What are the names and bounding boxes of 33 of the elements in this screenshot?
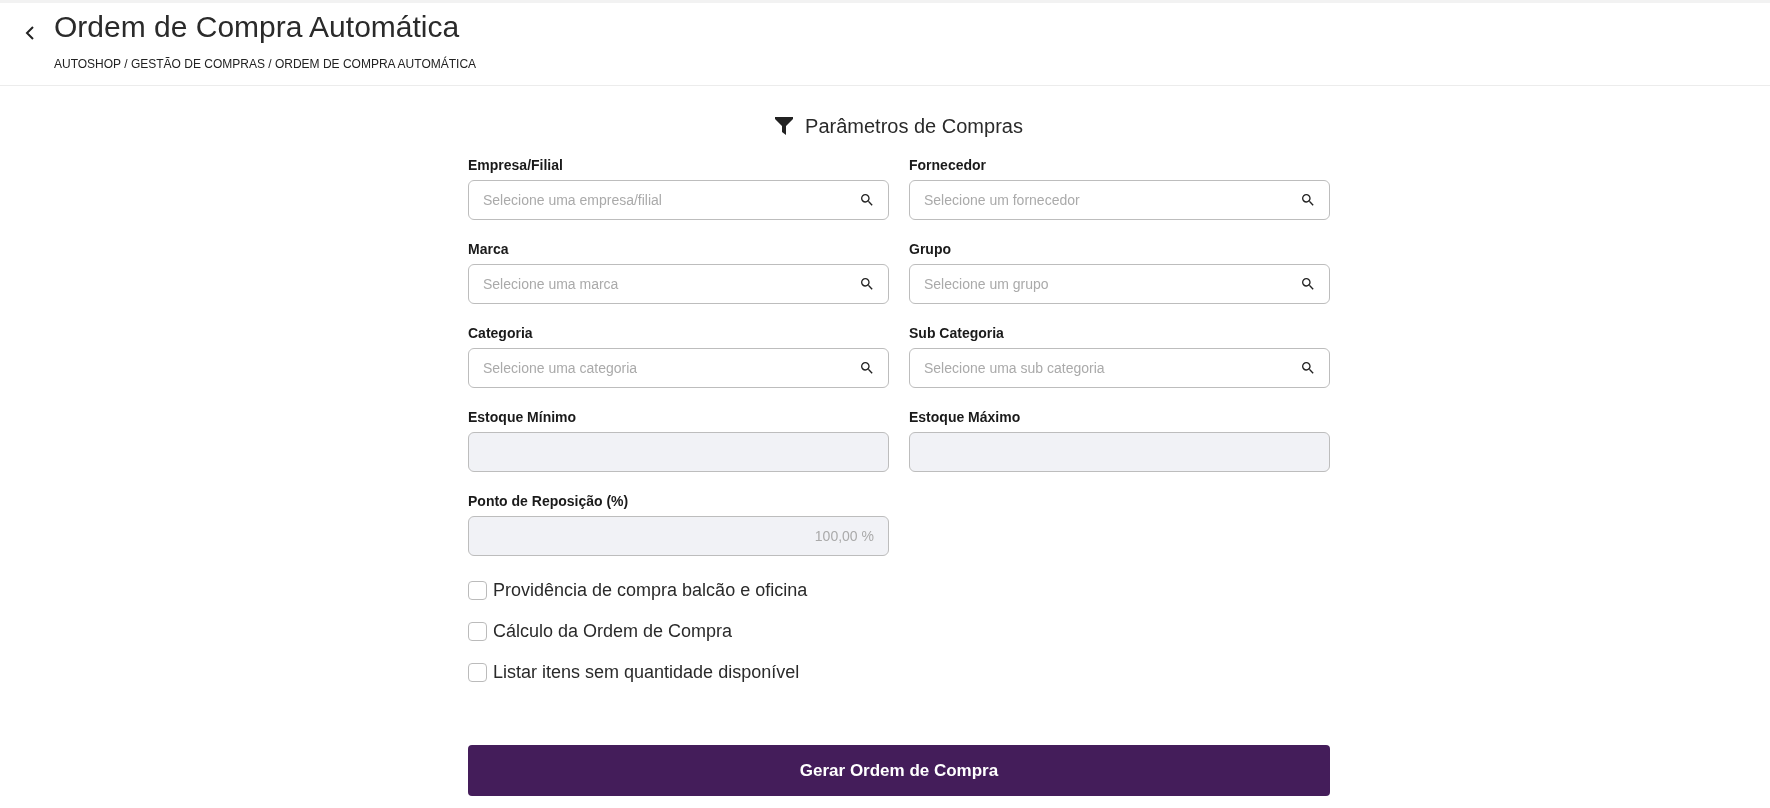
checkbox-label: Providência de compra balcão e oficina	[493, 580, 808, 601]
checkbox-label: Cálculo da Ordem de Compra	[493, 621, 733, 642]
checkbox[interactable]	[468, 622, 487, 641]
search-icon[interactable]	[859, 360, 875, 376]
search-field[interactable]: Selecione um fornecedor	[909, 180, 1330, 220]
breadcrumb: AUTOSHOP / GESTÃO DE COMPRAS / ORDEM DE COMPRA AUTOMÁTICA	[54, 57, 477, 71]
field-label: Sub Categoria	[909, 324, 1005, 342]
search-field[interactable]: Selecione uma empresa/filial	[468, 180, 889, 220]
field-label: Ponto de Reposição (%)	[468, 492, 630, 510]
search-icon[interactable]	[1300, 192, 1316, 208]
search-icon[interactable]	[1300, 276, 1316, 292]
field-label: Estoque Máximo	[909, 408, 1022, 426]
page-title: Ordem de Compra Automática	[54, 9, 461, 45]
section-title: Parâmetros de Compras	[805, 114, 1023, 138]
search-icon[interactable]	[859, 192, 875, 208]
chevron-left-icon[interactable]	[25, 26, 35, 40]
search-field[interactable]: Selecione uma sub categoria	[909, 348, 1330, 388]
field-label: Marca	[468, 240, 510, 258]
field-label: Grupo	[909, 240, 952, 258]
field-label: Categoria	[468, 324, 534, 342]
filter-icon	[775, 117, 794, 135]
field-label: Empresa/Filial	[468, 156, 564, 174]
search-field[interactable]: Selecione uma categoria	[468, 348, 889, 388]
checkbox-label: Listar itens sem quantidade disponível	[493, 662, 800, 683]
generate-order-button[interactable]: Gerar Ordem de Compra	[468, 745, 1330, 796]
search-icon[interactable]	[1300, 360, 1316, 376]
field-label: Fornecedor	[909, 156, 987, 174]
field-label: Estoque Mínimo	[468, 408, 578, 426]
search-field[interactable]: Selecione um grupo	[909, 264, 1330, 304]
checkbox[interactable]	[468, 663, 487, 682]
checkbox[interactable]	[468, 581, 487, 600]
search-field[interactable]: Selecione uma marca	[468, 264, 889, 304]
search-icon[interactable]	[859, 276, 875, 292]
